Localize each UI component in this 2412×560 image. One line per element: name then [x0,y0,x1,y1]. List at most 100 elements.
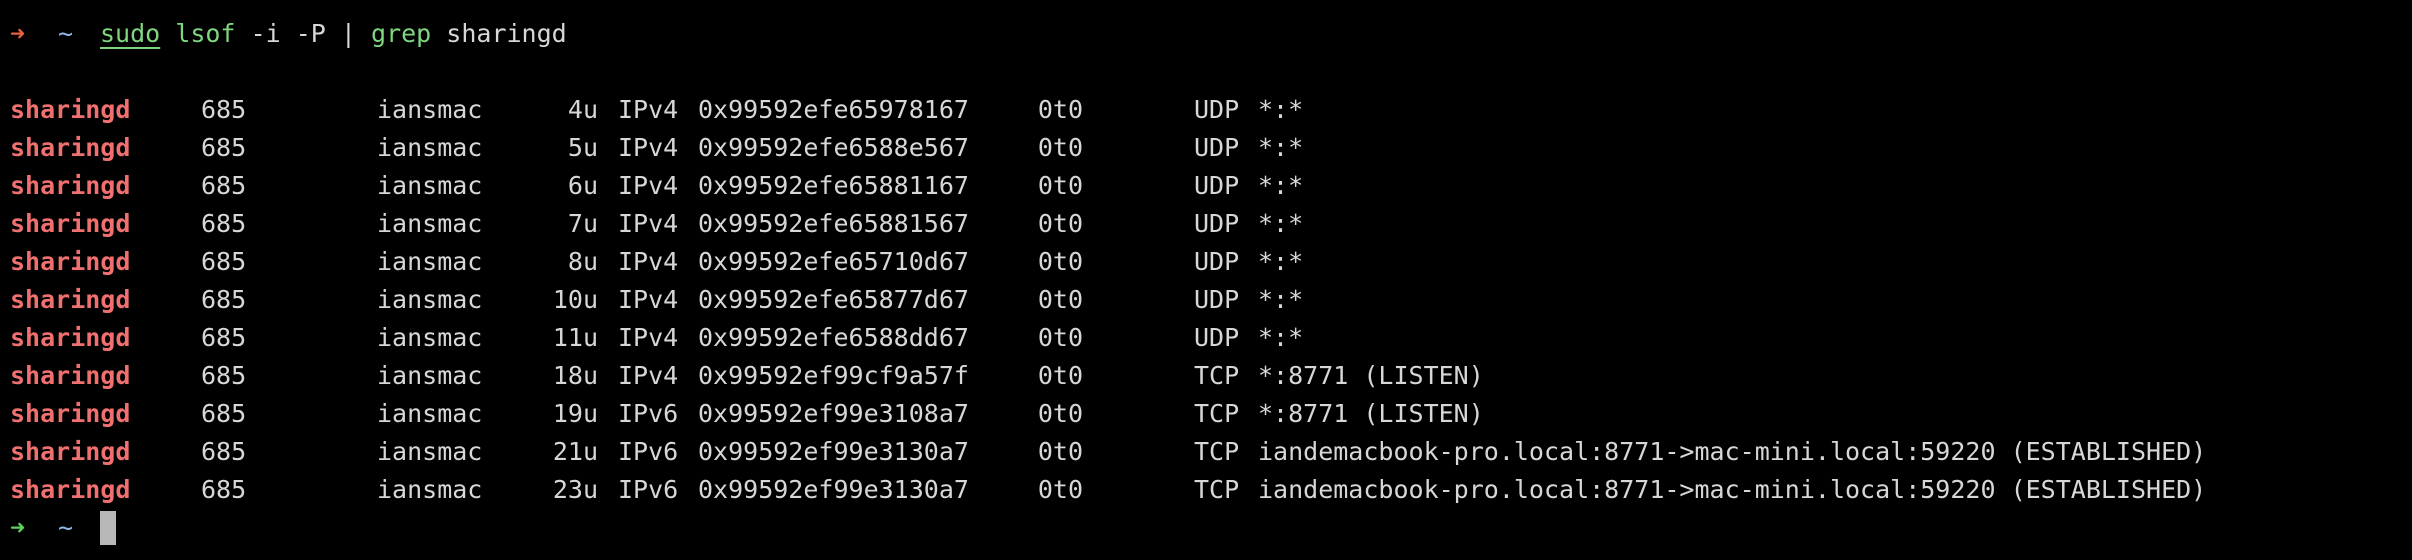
text-cursor[interactable] [100,511,116,545]
process-id: 685 [201,171,247,200]
output-row: sharingd 685 iansmac 8u IPv4 0x99592efe65710d… [10,243,2412,281]
process-id: 685 [201,133,247,162]
user-name: iansmac [377,437,483,466]
device-address: 0x99592ef99e3108a7 [698,399,969,428]
device-address: 0x99592efe6588dd67 [698,323,969,352]
user-name: iansmac [377,171,483,200]
process-name: sharingd [10,323,131,352]
protocol: UDP [1194,285,1240,314]
output-row: sharingd 685 iansmac 10u IPv4 0x99592efe65877… [10,281,2412,319]
process-id: 685 [201,95,247,124]
protocol: UDP [1194,171,1240,200]
size-offset-text: 0t0 [1037,399,1083,428]
size-offset-text: 0t0 [1037,285,1083,314]
ip-type: IPv4 [618,323,679,352]
user-name: iansmac [377,285,483,314]
device-address: 0x99592efe65881567 [698,209,969,238]
user-name: iansmac [377,209,483,238]
connection-name: *:8771 (LISTEN) [1258,399,1484,428]
file-descriptor-text: 19u [552,399,598,428]
lsof-command: lsof [175,19,236,48]
prompt-arrow-icon: ➜ [10,513,26,542]
ip-type: IPv4 [618,171,679,200]
user-name: iansmac [377,247,483,276]
ip-type: IPv4 [618,247,679,276]
user-name: iansmac [377,95,483,124]
file-descriptor-text: 11u [552,323,598,352]
connection-name: *:* [1258,285,1304,314]
output-row: sharingd 685 iansmac 5u IPv4 0x99592efe6588e5… [10,129,2412,167]
output-row: sharingd 685 iansmac 19u IPv6 0x99592ef99e310… [10,395,2412,433]
ip-type: IPv4 [618,133,679,162]
device-address: 0x99592efe65978167 [698,95,969,124]
connection-name: *:8771 (LISTEN) [1258,361,1484,390]
process-id: 685 [201,475,247,504]
protocol: TCP [1194,437,1240,466]
protocol: TCP [1194,475,1240,504]
size-offset-text: 0t0 [1037,171,1083,200]
ip-type: IPv6 [618,437,679,466]
user-name: iansmac [377,323,483,352]
size-offset-text: 0t0 [1037,133,1083,162]
process-name: sharingd [10,399,131,428]
output-row: sharingd 685 iansmac 4u IPv4 0x99592efe659781… [10,91,2412,129]
process-name: sharingd [10,285,131,314]
file-descriptor-text: 21u [552,437,598,466]
connection-name: *:* [1258,171,1304,200]
user-name: iansmac [377,361,483,390]
process-name: sharingd [10,133,131,162]
user-name: iansmac [377,133,483,162]
grep-command: grep [371,19,432,48]
user-name: iansmac [377,399,483,428]
device-address: 0x99592efe6588e567 [698,133,969,162]
process-name: sharingd [10,209,131,238]
connection-name: *:* [1258,247,1304,276]
process-id: 685 [201,361,247,390]
size-offset-text: 0t0 [1037,475,1083,504]
file-descriptor-text: 6u [567,171,598,200]
size-offset-text: 0t0 [1037,247,1083,276]
connection-name: iandemacbook-pro.local:8771->mac-mini.lo… [1258,475,2207,504]
ip-type: IPv6 [618,399,679,428]
size-offset-text: 0t0 [1037,361,1083,390]
ip-type: IPv4 [618,285,679,314]
protocol: UDP [1194,133,1240,162]
active-prompt-line[interactable]: ➜ ~ [10,509,2412,547]
file-descriptor-text: 18u [552,361,598,390]
grep-pattern: sharingd [446,19,567,48]
protocol: TCP [1194,399,1240,428]
output-row: sharingd 685 iansmac 18u IPv4 0x99592ef99cf9a… [10,357,2412,395]
protocol: UDP [1194,323,1240,352]
device-address: 0x99592ef99e3130a7 [698,475,969,504]
size-offset-text: 0t0 [1037,209,1083,238]
file-descriptor-text: 4u [567,95,598,124]
size-offset-text: 0t0 [1037,323,1083,352]
lsof-output: sharingd 685 iansmac 4u IPv4 0x99592efe659781… [10,91,2412,509]
process-name: sharingd [10,475,131,504]
connection-name: iandemacbook-pro.local:8771->mac-mini.lo… [1258,437,2207,466]
size-offset-text: 0t0 [1037,95,1083,124]
device-address: 0x99592efe65881167 [698,171,969,200]
file-descriptor-text: 8u [567,247,598,276]
file-descriptor-text: 7u [567,209,598,238]
connection-name: *:* [1258,133,1304,162]
device-address: 0x99592ef99cf9a57f [698,361,969,390]
protocol: TCP [1194,361,1240,390]
ip-type: IPv4 [618,361,679,390]
process-id: 685 [201,209,247,238]
output-row: sharingd 685 iansmac 6u IPv4 0x99592efe658811… [10,167,2412,205]
output-row: sharingd 685 iansmac 23u IPv6 0x99592ef99e313… [10,471,2412,509]
protocol: UDP [1194,209,1240,238]
output-row: sharingd 685 iansmac 21u IPv6 0x99592ef99e313… [10,433,2412,471]
protocol: UDP [1194,247,1240,276]
process-name: sharingd [10,361,131,390]
protocol: UDP [1194,95,1240,124]
process-name: sharingd [10,437,131,466]
connection-name: *:* [1258,209,1304,238]
sudo-command: sudo [100,19,161,48]
terminal-window[interactable]: ➜ ~ sudo lsof -i -P | grep sharingd shar… [0,0,2412,560]
connection-name: *:* [1258,323,1304,352]
process-id: 685 [201,323,247,352]
process-id: 685 [201,247,247,276]
cwd-indicator: ~ [58,19,74,48]
